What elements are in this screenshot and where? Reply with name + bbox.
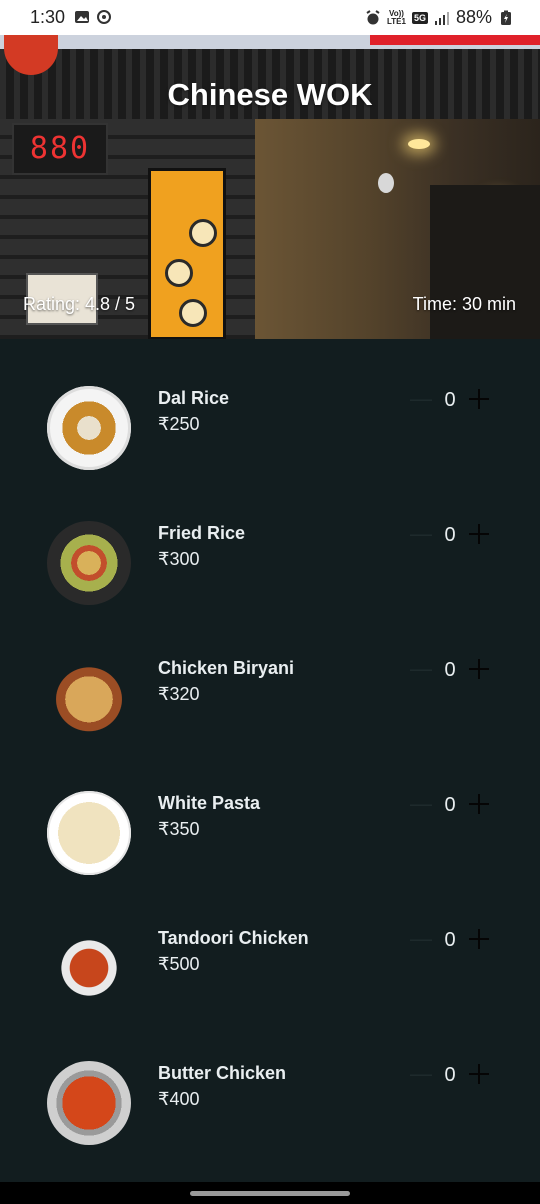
butter-chicken-image (47, 1061, 131, 1145)
signal-icon (434, 11, 449, 25)
item-price: ₹500 (158, 954, 200, 974)
poster-dish (179, 299, 207, 327)
item-name: Chicken Biryani (158, 658, 295, 678)
battery-percent: 88% (455, 7, 492, 27)
item-quantity: 0 (444, 659, 456, 681)
item-price: ₹320 (158, 684, 200, 704)
decrease-quantity-button[interactable]: — (408, 928, 434, 950)
item-quantity: 0 (444, 1064, 456, 1086)
restaurant-header-image: 880 Chinese WOK Rating: 4.8 / 5 Time: 30… (0, 35, 540, 339)
item-quantity: 0 (444, 794, 456, 816)
item-name: White Pasta (158, 793, 261, 813)
network-indicator: Vo)) LTE1 (386, 8, 406, 26)
battery-charging-icon (501, 10, 511, 25)
item-price: ₹400 (158, 1089, 200, 1109)
home-gesture-handle[interactable] (190, 1191, 350, 1196)
restaurant-delivery-time: Time: 30 min (412, 294, 516, 314)
item-quantity: 0 (444, 929, 456, 951)
plus-icon[interactable] (466, 926, 492, 952)
security-camera (378, 173, 394, 193)
menu-item-tandoori-chicken: Tandoori Chicken ₹500 — 0 (0, 879, 540, 1014)
system-navigation-bar (0, 1182, 540, 1204)
item-name: Butter Chicken (158, 1063, 287, 1083)
hero-doorway (430, 185, 540, 339)
hero-menu-poster (148, 168, 226, 339)
fried-rice-image (47, 521, 131, 605)
plus-icon[interactable] (466, 521, 492, 547)
item-price: ₹350 (158, 819, 200, 839)
white-pasta-image (47, 791, 131, 875)
network-type-badge: 5G (411, 11, 428, 24)
item-name: Dal Rice (158, 388, 230, 408)
gallery-icon (75, 11, 89, 23)
tandoori-chicken-image (47, 926, 131, 1010)
poster-dish (189, 219, 217, 247)
item-name: Fried Rice (158, 523, 246, 543)
item-name: Tandoori Chicken (158, 928, 309, 948)
plus-icon[interactable] (466, 791, 492, 817)
ceiling-light (408, 139, 430, 149)
poster-dish (165, 259, 193, 287)
item-quantity: 0 (444, 389, 456, 411)
menu-item-white-pasta: White Pasta ₹350 — 0 (0, 744, 540, 879)
item-price: ₹300 (158, 549, 200, 569)
status-time: 1:30 (30, 7, 66, 27)
decrease-quantity-button[interactable]: — (408, 793, 434, 815)
item-price: ₹250 (158, 414, 200, 434)
item-quantity: 0 (444, 524, 456, 546)
alarm-icon (366, 9, 380, 24)
status-right-icons: Vo)) LTE1 5G 88% (365, 7, 514, 28)
menu-item-butter-chicken: Butter Chicken ₹400 — 0 (0, 1014, 540, 1149)
chicken-biryani-image (47, 666, 131, 740)
decrease-quantity-button[interactable]: — (408, 523, 434, 545)
restaurant-rating: Rating: 4.8 / 5 (23, 294, 136, 314)
decrease-quantity-button[interactable]: — (408, 1063, 434, 1085)
menu-item-chicken-biryani: Chicken Biryani ₹320 — 0 (0, 609, 540, 744)
sync-icon (97, 10, 111, 24)
restaurant-title: Chinese WOK (167, 77, 373, 112)
plus-icon[interactable] (466, 386, 492, 412)
decrease-quantity-button[interactable]: — (408, 388, 434, 410)
plus-icon[interactable] (466, 656, 492, 682)
hero-sign-red (370, 35, 540, 45)
dal-rice-image (47, 386, 131, 470)
status-bar: 1:30 Vo)) LTE1 5G 88% (0, 0, 540, 35)
decrease-quantity-button[interactable]: — (408, 658, 434, 680)
plus-icon[interactable] (466, 1061, 492, 1087)
menu-item-dal-rice: Dal Rice ₹250 — 0 (0, 339, 540, 474)
menu-item-fried-rice: Fried Rice ₹300 — 0 (0, 474, 540, 609)
hero-led-display: 880 (12, 123, 108, 175)
status-left-icons (74, 9, 112, 25)
